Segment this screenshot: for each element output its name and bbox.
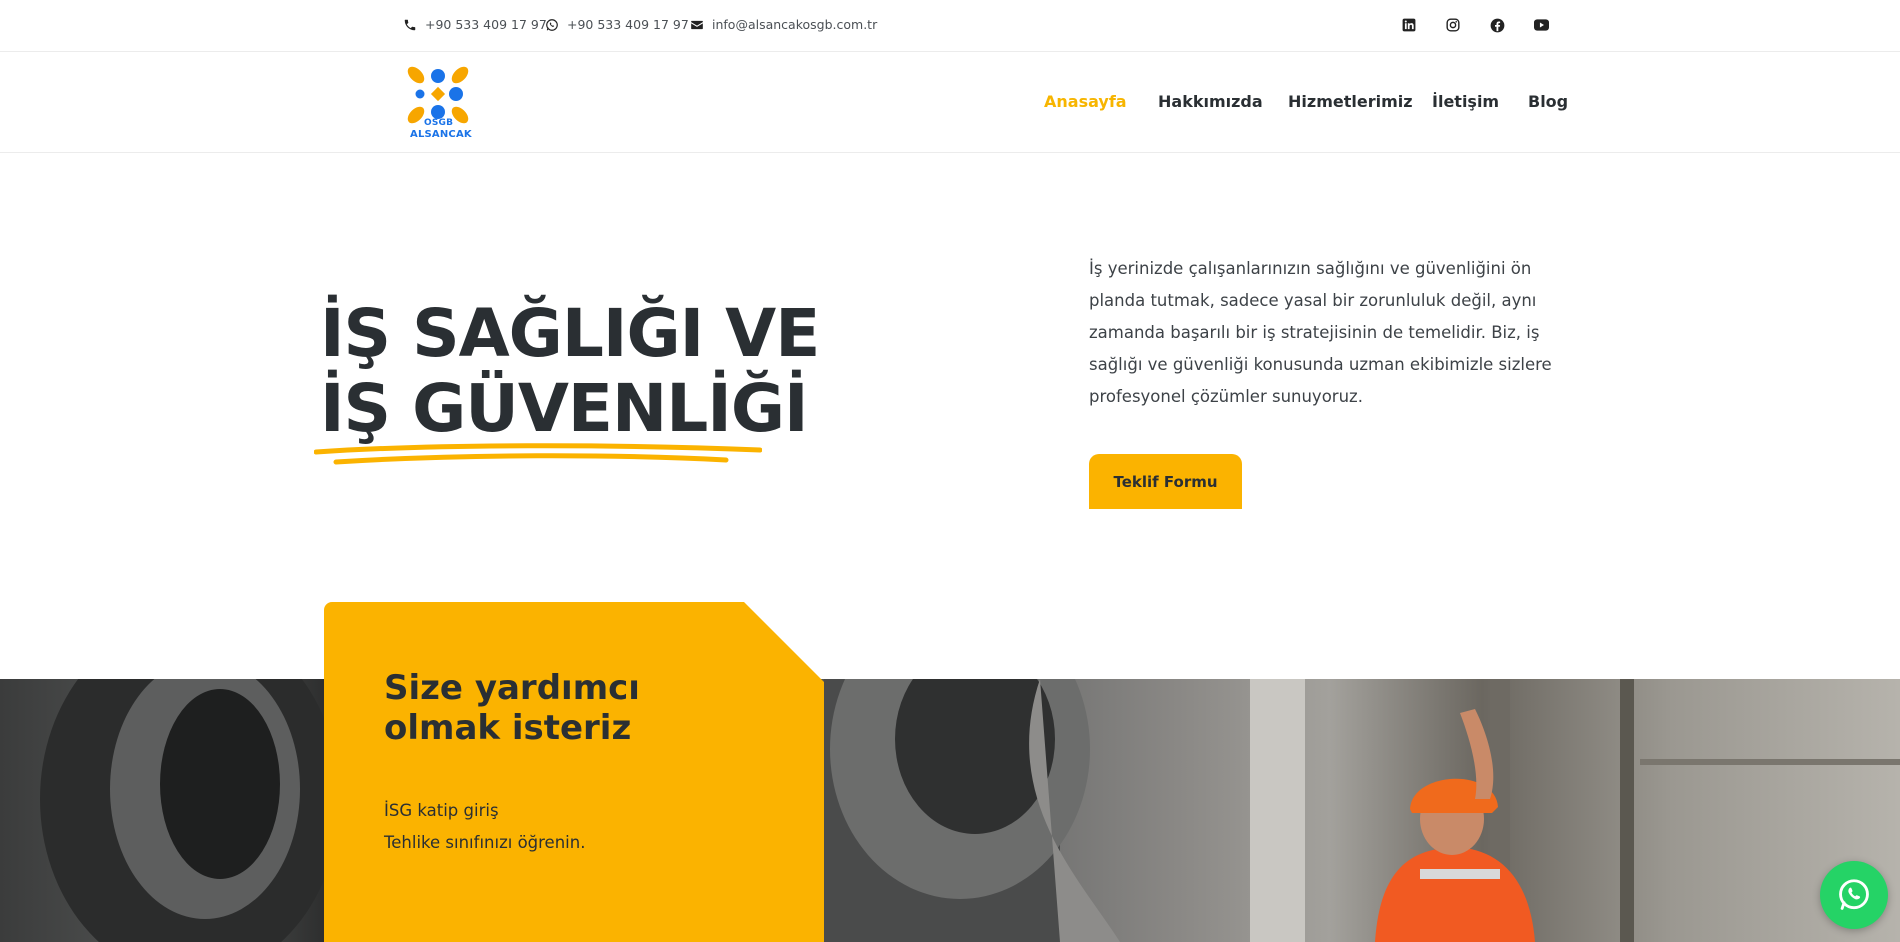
phone-contact[interactable]: +90 533 409 17 97 xyxy=(403,17,547,32)
quote-form-button[interactable]: Teklif Formu xyxy=(1089,454,1242,509)
whatsapp-chat-button[interactable] xyxy=(1820,861,1888,929)
youtube-icon[interactable] xyxy=(1532,16,1550,34)
instagram-icon[interactable] xyxy=(1444,16,1462,34)
whatsapp-icon xyxy=(1839,879,1869,910)
nav-item-hizmetlerimiz[interactable]: Hizmetlerimiz xyxy=(1288,92,1413,111)
isg-katip-link[interactable]: İSG katip giriş xyxy=(384,801,499,820)
email-link[interactable]: info@alsancakosgb.com.tr xyxy=(712,17,877,32)
hero-title-line2: İŞ GÜVENLİĞİ xyxy=(320,370,809,447)
envelope-icon xyxy=(691,20,703,29)
logo-text-osgb: OSGB xyxy=(424,118,454,128)
help-panel xyxy=(324,602,824,942)
whatsapp-contact[interactable]: +90 533 409 17 97 xyxy=(545,17,689,32)
phone-icon xyxy=(404,19,416,30)
logo-text-alsancak: ALSANCAK xyxy=(410,129,472,140)
whatsapp-icon xyxy=(546,18,558,31)
email-contact[interactable]: info@alsancakosgb.com.tr xyxy=(690,17,877,32)
linkedin-icon[interactable] xyxy=(1400,16,1418,34)
facebook-icon[interactable] xyxy=(1488,16,1506,34)
nav-item-hakkimizda[interactable]: Hakkımızda xyxy=(1158,92,1263,111)
hero-title-line1: İŞ SAĞLIĞI VE xyxy=(320,295,820,372)
hero-title: İŞ SAĞLIĞI VE İŞ GÜVENLİĞİ xyxy=(320,295,820,447)
nav-item-anasayfa[interactable]: Anasayfa xyxy=(1044,92,1127,111)
top-bar: +90 533 409 17 97 +90 533 409 17 97 info… xyxy=(0,0,1900,52)
main-header: OSGB ALSANCAK Anasayfa Hakkımızda Hizmet… xyxy=(0,53,1900,153)
whatsapp-link[interactable]: +90 533 409 17 97 xyxy=(567,17,689,32)
phone-link[interactable]: +90 533 409 17 97 xyxy=(425,17,547,32)
title-underline-decoration xyxy=(314,443,762,465)
nav-item-iletisim[interactable]: İletişim xyxy=(1432,92,1499,111)
photo-illustration xyxy=(40,679,1900,942)
industrial-worker-photo xyxy=(0,679,1900,942)
hero-description: İş yerinizde çalışanlarınızın sağlığını … xyxy=(1089,259,1552,406)
nav-item-blog[interactable]: Blog xyxy=(1528,92,1568,111)
hazard-class-link[interactable]: Tehlike sınıfınızı öğrenin. xyxy=(384,833,585,852)
help-panel-title: Size yardımcı olmak isteriz xyxy=(384,668,640,748)
